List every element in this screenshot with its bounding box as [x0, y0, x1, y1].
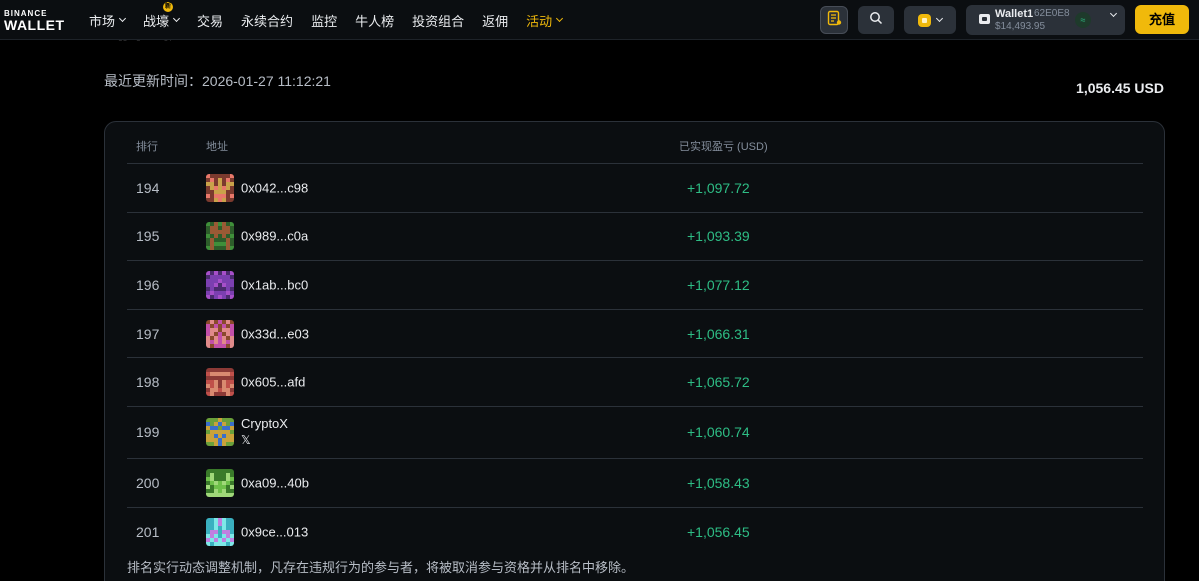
- rank-cell: 194: [136, 179, 160, 196]
- nav-item-label: 交易: [197, 13, 224, 29]
- avatar: [206, 517, 234, 546]
- wallet-id: 62E0E8: [1034, 8, 1070, 19]
- table-row[interactable]: 195 0x989...c0a +1,093.39: [127, 213, 1143, 262]
- nav-item-label: 活动: [526, 13, 553, 29]
- address-link[interactable]: 0x33d...e03: [241, 326, 309, 341]
- avatar: [206, 368, 234, 397]
- address-link[interactable]: 0xa09...40b: [241, 475, 309, 490]
- logo-line-2: WALLET: [4, 17, 65, 33]
- network-icon: ≈: [1075, 12, 1091, 28]
- table-header: 排行 地址 已实现盈亏 (USD): [127, 122, 1143, 164]
- rank-cell: 201: [136, 523, 160, 540]
- nav-item-perpetual[interactable]: 永续合约: [241, 11, 293, 30]
- task-button[interactable]: [820, 6, 848, 34]
- nav-item-events[interactable]: 活动: [526, 11, 564, 30]
- nav-item-leaderboard[interactable]: 牛人榜: [355, 11, 394, 30]
- address-link[interactable]: 0x1ab...bc0: [241, 277, 308, 292]
- address-link[interactable]: 0x9ce...013: [241, 524, 308, 539]
- rank-cell: 198: [136, 374, 160, 391]
- wallet-balance: $14,493.95: [995, 21, 1046, 32]
- table-row[interactable]: 198 0x605...afd +1,065.72: [127, 358, 1143, 407]
- address-link[interactable]: 0x605...afd: [241, 375, 305, 390]
- nav-item-label: 战壕: [143, 13, 170, 29]
- pnl-cell: +1,060.74: [687, 424, 750, 441]
- table-row[interactable]: 200 0xa09...40b +1,058.43: [127, 459, 1143, 508]
- nav-item-market[interactable]: 市场: [89, 11, 127, 30]
- table-row[interactable]: 196 0x1ab...bc0 +1,077.12: [127, 261, 1143, 310]
- avatar: [206, 468, 234, 497]
- top-navigation: BINANCE WALLET 市场 战壕 新 交易 永续合约 监控 牛人榜 投资…: [0, 0, 1199, 40]
- column-header-rank: 排行: [136, 141, 158, 153]
- chevron-down-icon: [1109, 9, 1118, 18]
- avatar: [206, 270, 234, 299]
- new-badge: 新: [163, 1, 174, 12]
- nav-item-label: 返佣: [482, 13, 509, 29]
- chevron-down-icon: [118, 14, 127, 22]
- table-row[interactable]: 197 0x33d...e03 +1,066.31: [127, 310, 1143, 359]
- table-row[interactable]: 194 0x042...c98 +1,097.72: [127, 164, 1143, 213]
- binance-wallet-logo[interactable]: BINANCE WALLET: [4, 9, 74, 33]
- table-row[interactable]: 199 CryptoX 𝕏 +1,060.74: [127, 407, 1143, 459]
- pnl-cell: +1,058.43: [687, 474, 750, 491]
- wallet-icon: [979, 14, 990, 24]
- bnb-chain-icon: [918, 13, 931, 27]
- address-stack: CryptoX 𝕏: [241, 416, 288, 448]
- chain-selector[interactable]: [904, 6, 956, 34]
- chevron-down-icon: [935, 14, 944, 22]
- nav-item-label: 永续合约: [241, 13, 294, 29]
- rank-cell: 199: [136, 424, 160, 441]
- wallet-selector[interactable]: Wallet1 62E0E8 $14,493.95 ≈: [966, 5, 1125, 35]
- nav-item-portfolio[interactable]: 投资组合: [412, 11, 464, 30]
- pnl-cell: +1,065.72: [687, 374, 750, 391]
- rank-cell: 197: [136, 325, 160, 342]
- nav-item-rebate[interactable]: 返佣: [482, 11, 508, 30]
- nav-item-monitor[interactable]: 监控: [311, 11, 337, 30]
- avatar: [206, 173, 234, 202]
- pnl-cell: +1,077.12: [687, 276, 750, 293]
- column-header-pnl: 已实现盈亏 (USD): [679, 141, 768, 153]
- table-body: 194 0x042...c98 +1,097.72 195 0x989...c0…: [127, 164, 1143, 556]
- rank-cell: 195: [136, 228, 160, 245]
- address-link[interactable]: 0x989...c0a: [241, 229, 308, 244]
- rank-cell: 200: [136, 474, 160, 491]
- avatar: [206, 222, 234, 251]
- table-row[interactable]: 201 0x9ce...013 +1,056.45: [127, 508, 1143, 557]
- avatar: [206, 319, 234, 348]
- ranking-rule-note: 排名实行动态调整机制，凡存在违规行为的参与者，将被取消参与资格并从排名中移除。: [127, 560, 635, 575]
- pnl-cell: +1,066.31: [687, 325, 750, 342]
- pnl-cell: +1,056.45: [687, 523, 750, 540]
- address-link[interactable]: 0x042...c98: [241, 180, 308, 195]
- x-social-icon[interactable]: 𝕏: [241, 432, 288, 448]
- avatar: [206, 418, 234, 447]
- nav-item-label: 牛人榜: [355, 13, 395, 29]
- task-list-icon: [826, 10, 842, 31]
- column-header-address: 地址: [206, 141, 228, 153]
- search-button[interactable]: [858, 6, 894, 34]
- leaderboard-card: 排行 地址 已实现盈亏 (USD) 194 0x042...c98 +1,097…: [104, 121, 1165, 581]
- threshold-value: 1,056.45 USD: [1076, 80, 1164, 96]
- chevron-down-icon: [556, 14, 564, 22]
- nav-item-label: 监控: [311, 13, 338, 29]
- nav-item-label: 市场: [89, 13, 116, 29]
- wallet-name: Wallet1: [995, 8, 1034, 20]
- nav-item-trenches[interactable]: 战壕 新: [143, 1, 181, 30]
- nav-item-trade[interactable]: 交易: [197, 11, 223, 30]
- rank-cell: 196: [136, 276, 160, 293]
- search-icon: [869, 11, 883, 30]
- chevron-down-icon: [172, 14, 181, 22]
- last-updated-time: 最近更新时间：2026-01-27 11:12:21: [104, 73, 331, 89]
- recharge-button[interactable]: 充值: [1135, 5, 1189, 34]
- pnl-cell: +1,097.72: [687, 179, 750, 196]
- main-menu: 市场 战壕 新 交易 永续合约 监控 牛人榜 投资组合 返佣 活动: [89, 0, 580, 40]
- pnl-cell: +1,093.39: [687, 228, 750, 245]
- nav-item-label: 投资组合: [412, 13, 465, 29]
- address-link[interactable]: CryptoX: [241, 416, 288, 432]
